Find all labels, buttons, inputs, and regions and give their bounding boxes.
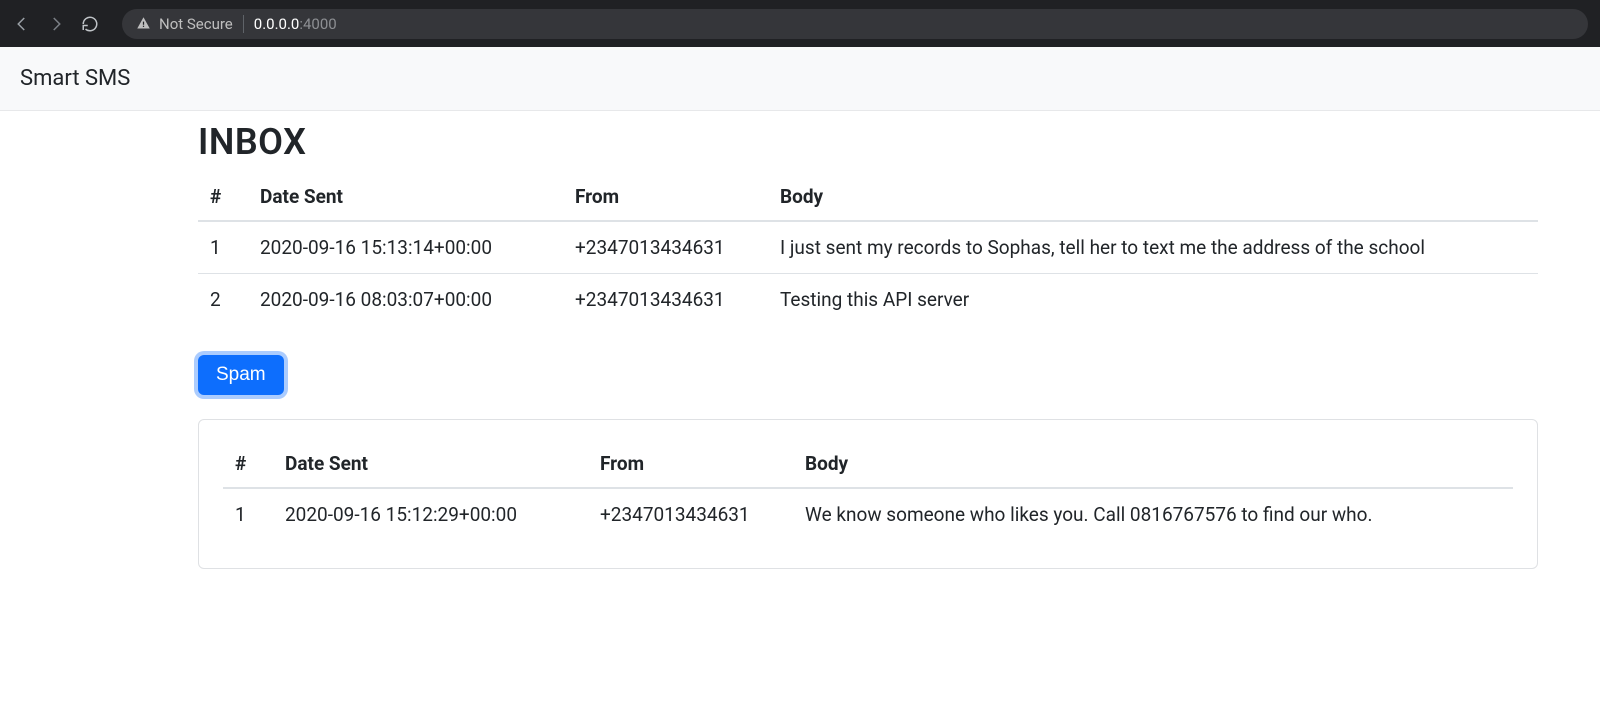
col-body: Body [768, 171, 1538, 221]
cell-date: 2020-09-16 15:12:29+00:00 [273, 488, 588, 540]
not-secure-label: Not Secure [159, 15, 233, 33]
cell-body: Testing this API server [768, 274, 1538, 326]
cell-from: +2347013434631 [563, 274, 768, 326]
reload-button[interactable] [80, 14, 100, 34]
table-row[interactable]: 2 2020-09-16 08:03:07+00:00 +23470134346… [198, 274, 1538, 326]
not-secure-indicator: Not Secure [136, 15, 233, 33]
col-date: Date Sent [248, 171, 563, 221]
url-host: 0.0.0.0 [254, 15, 300, 33]
warning-icon [136, 16, 151, 31]
table-row[interactable]: 1 2020-09-16 15:12:29+00:00 +23470134346… [223, 488, 1513, 540]
browser-chrome: Not Secure 0.0.0.0:4000 [0, 0, 1600, 47]
cell-body: I just sent my records to Sophas, tell h… [768, 221, 1538, 274]
spam-button[interactable]: Spam [198, 355, 284, 395]
cell-date: 2020-09-16 15:13:14+00:00 [248, 221, 563, 274]
main-container: INBOX # Date Sent From Body 1 2020-09-16… [198, 111, 1538, 569]
spam-header-row: # Date Sent From Body [223, 438, 1513, 488]
spam-card: # Date Sent From Body 1 2020-09-16 15:12… [198, 419, 1538, 569]
col-body: Body [793, 438, 1513, 488]
spam-table: # Date Sent From Body 1 2020-09-16 15:12… [223, 438, 1513, 540]
address-bar[interactable]: Not Secure 0.0.0.0:4000 [122, 9, 1588, 39]
cell-from: +2347013434631 [588, 488, 793, 540]
table-row[interactable]: 1 2020-09-16 15:13:14+00:00 +23470134346… [198, 221, 1538, 274]
cell-date: 2020-09-16 08:03:07+00:00 [248, 274, 563, 326]
cell-index: 2 [198, 274, 248, 326]
inbox-table: # Date Sent From Body 1 2020-09-16 15:13… [198, 171, 1538, 325]
url-port: :4000 [299, 15, 336, 33]
cell-body: We know someone who likes you. Call 0816… [793, 488, 1513, 540]
app-navbar: Smart SMS [0, 47, 1600, 111]
url-display: 0.0.0.0:4000 [254, 15, 337, 33]
forward-button[interactable] [46, 14, 66, 34]
page-title: INBOX [198, 121, 1538, 163]
col-index: # [223, 438, 273, 488]
address-divider [243, 15, 244, 33]
col-from: From [588, 438, 793, 488]
col-date: Date Sent [273, 438, 588, 488]
col-from: From [563, 171, 768, 221]
cell-index: 1 [198, 221, 248, 274]
back-button[interactable] [12, 14, 32, 34]
cell-index: 1 [223, 488, 273, 540]
col-index: # [198, 171, 248, 221]
inbox-header-row: # Date Sent From Body [198, 171, 1538, 221]
brand[interactable]: Smart SMS [20, 66, 130, 91]
cell-from: +2347013434631 [563, 221, 768, 274]
